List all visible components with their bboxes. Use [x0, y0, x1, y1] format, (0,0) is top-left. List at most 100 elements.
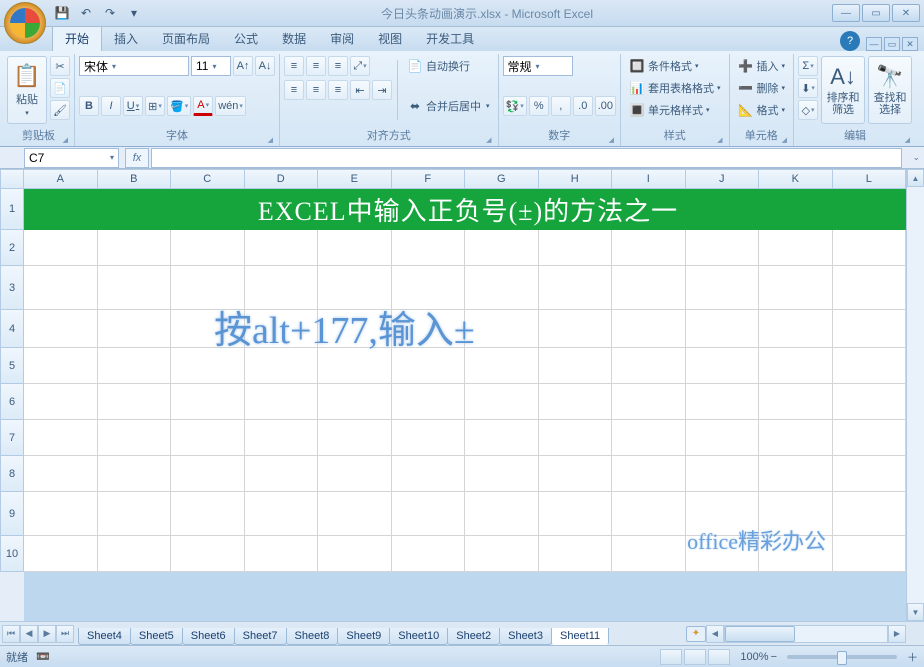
- column-header[interactable]: B: [98, 169, 172, 189]
- cell[interactable]: [392, 456, 466, 492]
- cell[interactable]: [686, 266, 760, 310]
- wrap-text-button[interactable]: 📄自动换行: [403, 56, 494, 76]
- cell[interactable]: [465, 310, 539, 348]
- cell[interactable]: [24, 384, 98, 420]
- cell[interactable]: [98, 492, 172, 536]
- tab-insert[interactable]: 插入: [102, 26, 150, 51]
- maximize-button[interactable]: ▭: [862, 4, 890, 22]
- cell[interactable]: [759, 348, 833, 384]
- cell[interactable]: [612, 384, 686, 420]
- cut-button[interactable]: ✂: [50, 56, 70, 76]
- grow-font-button[interactable]: A↑: [233, 56, 253, 76]
- cell[interactable]: [759, 420, 833, 456]
- new-sheet-button[interactable]: ✦: [686, 626, 706, 642]
- name-box[interactable]: C7▾: [24, 148, 119, 168]
- cell[interactable]: [539, 266, 613, 310]
- vertical-scrollbar[interactable]: ▲ ▼: [906, 169, 924, 621]
- cell[interactable]: [171, 456, 245, 492]
- phonetic-button[interactable]: wén: [215, 96, 246, 116]
- undo-icon[interactable]: ↶: [76, 3, 96, 23]
- cell[interactable]: [539, 492, 613, 536]
- row-header[interactable]: 10: [0, 536, 24, 572]
- column-header[interactable]: K: [759, 169, 833, 189]
- align-left-button[interactable]: ≡: [284, 80, 304, 100]
- save-icon[interactable]: 💾: [52, 3, 72, 23]
- page-layout-view-button[interactable]: [684, 649, 706, 665]
- cell[interactable]: [24, 536, 98, 572]
- align-center-button[interactable]: ≡: [306, 80, 326, 100]
- minimize-button[interactable]: —: [832, 4, 860, 22]
- cell[interactable]: [24, 420, 98, 456]
- cell[interactable]: [98, 456, 172, 492]
- tab-developer[interactable]: 开发工具: [414, 26, 486, 51]
- sheet-tab[interactable]: Sheet5: [130, 628, 183, 645]
- border-button[interactable]: ⊞: [145, 96, 165, 116]
- cell[interactable]: [171, 230, 245, 266]
- cell[interactable]: [612, 348, 686, 384]
- tab-home[interactable]: 开始: [52, 25, 102, 51]
- insert-function-button[interactable]: fx: [125, 148, 149, 168]
- cell[interactable]: [24, 310, 98, 348]
- format-cells-button[interactable]: 📐格式▾: [734, 100, 790, 120]
- cell[interactable]: [833, 492, 907, 536]
- cell[interactable]: [392, 492, 466, 536]
- align-bottom-button[interactable]: ≡: [328, 56, 348, 76]
- orientation-button[interactable]: ⤢: [350, 56, 370, 76]
- cell[interactable]: [686, 310, 760, 348]
- cell[interactable]: [24, 230, 98, 266]
- first-sheet-button[interactable]: ⏮: [2, 625, 20, 643]
- cell[interactable]: [539, 230, 613, 266]
- find-select-button[interactable]: 🔭查找和 选择: [868, 56, 912, 124]
- zoom-in-button[interactable]: ＋: [907, 649, 918, 665]
- cell[interactable]: [612, 310, 686, 348]
- cell[interactable]: [833, 310, 907, 348]
- cell[interactable]: [833, 456, 907, 492]
- cell[interactable]: [24, 266, 98, 310]
- merge-center-button[interactable]: ⬌合并后居中▾: [403, 96, 494, 116]
- insert-cells-button[interactable]: ➕插入▾: [734, 56, 790, 76]
- cell[interactable]: [759, 266, 833, 310]
- column-header[interactable]: I: [612, 169, 686, 189]
- horizontal-scrollbar[interactable]: ◀ ▶: [706, 625, 906, 643]
- cell[interactable]: [392, 230, 466, 266]
- column-header[interactable]: L: [833, 169, 907, 189]
- italic-button[interactable]: I: [101, 96, 121, 116]
- cell-styles-button[interactable]: 🔳单元格样式▾: [625, 100, 725, 120]
- scroll-up-button[interactable]: ▲: [907, 169, 924, 187]
- row-header[interactable]: 7: [0, 420, 24, 456]
- sheet-tab[interactable]: Sheet3: [499, 628, 552, 645]
- cell[interactable]: [833, 230, 907, 266]
- row-header[interactable]: 4: [0, 310, 24, 348]
- sheet-tab[interactable]: Sheet4: [78, 628, 131, 645]
- merged-heading-cell[interactable]: EXCEL中输入正负号(±)的方法之一: [24, 189, 906, 230]
- cell[interactable]: [465, 536, 539, 572]
- number-format-combo[interactable]: 常规▾: [503, 56, 573, 76]
- cell[interactable]: [98, 384, 172, 420]
- qat-more-icon[interactable]: ▾: [124, 3, 144, 23]
- column-header[interactable]: E: [318, 169, 392, 189]
- macro-recording-icon[interactable]: 📼: [36, 650, 50, 663]
- sheet-tab[interactable]: Sheet2: [447, 628, 500, 645]
- cell[interactable]: [245, 420, 319, 456]
- cell[interactable]: [833, 266, 907, 310]
- cell[interactable]: [171, 492, 245, 536]
- sheet-tab[interactable]: Sheet6: [182, 628, 235, 645]
- sheet-tab[interactable]: Sheet7: [234, 628, 287, 645]
- tab-formulas[interactable]: 公式: [222, 26, 270, 51]
- cell[interactable]: [245, 230, 319, 266]
- redo-icon[interactable]: ↷: [100, 3, 120, 23]
- doc-close-button[interactable]: ✕: [902, 37, 918, 51]
- doc-minimize-button[interactable]: —: [866, 37, 882, 51]
- cell[interactable]: [686, 420, 760, 456]
- font-size-combo[interactable]: 11▾: [191, 56, 231, 76]
- cell[interactable]: [686, 456, 760, 492]
- column-header[interactable]: J: [686, 169, 760, 189]
- select-all-corner[interactable]: [0, 169, 24, 189]
- cell[interactable]: [612, 536, 686, 572]
- fill-button[interactable]: ⬇: [798, 78, 818, 98]
- align-top-button[interactable]: ≡: [284, 56, 304, 76]
- cell[interactable]: [24, 348, 98, 384]
- cell[interactable]: [759, 456, 833, 492]
- column-header[interactable]: F: [392, 169, 466, 189]
- cell[interactable]: [98, 536, 172, 572]
